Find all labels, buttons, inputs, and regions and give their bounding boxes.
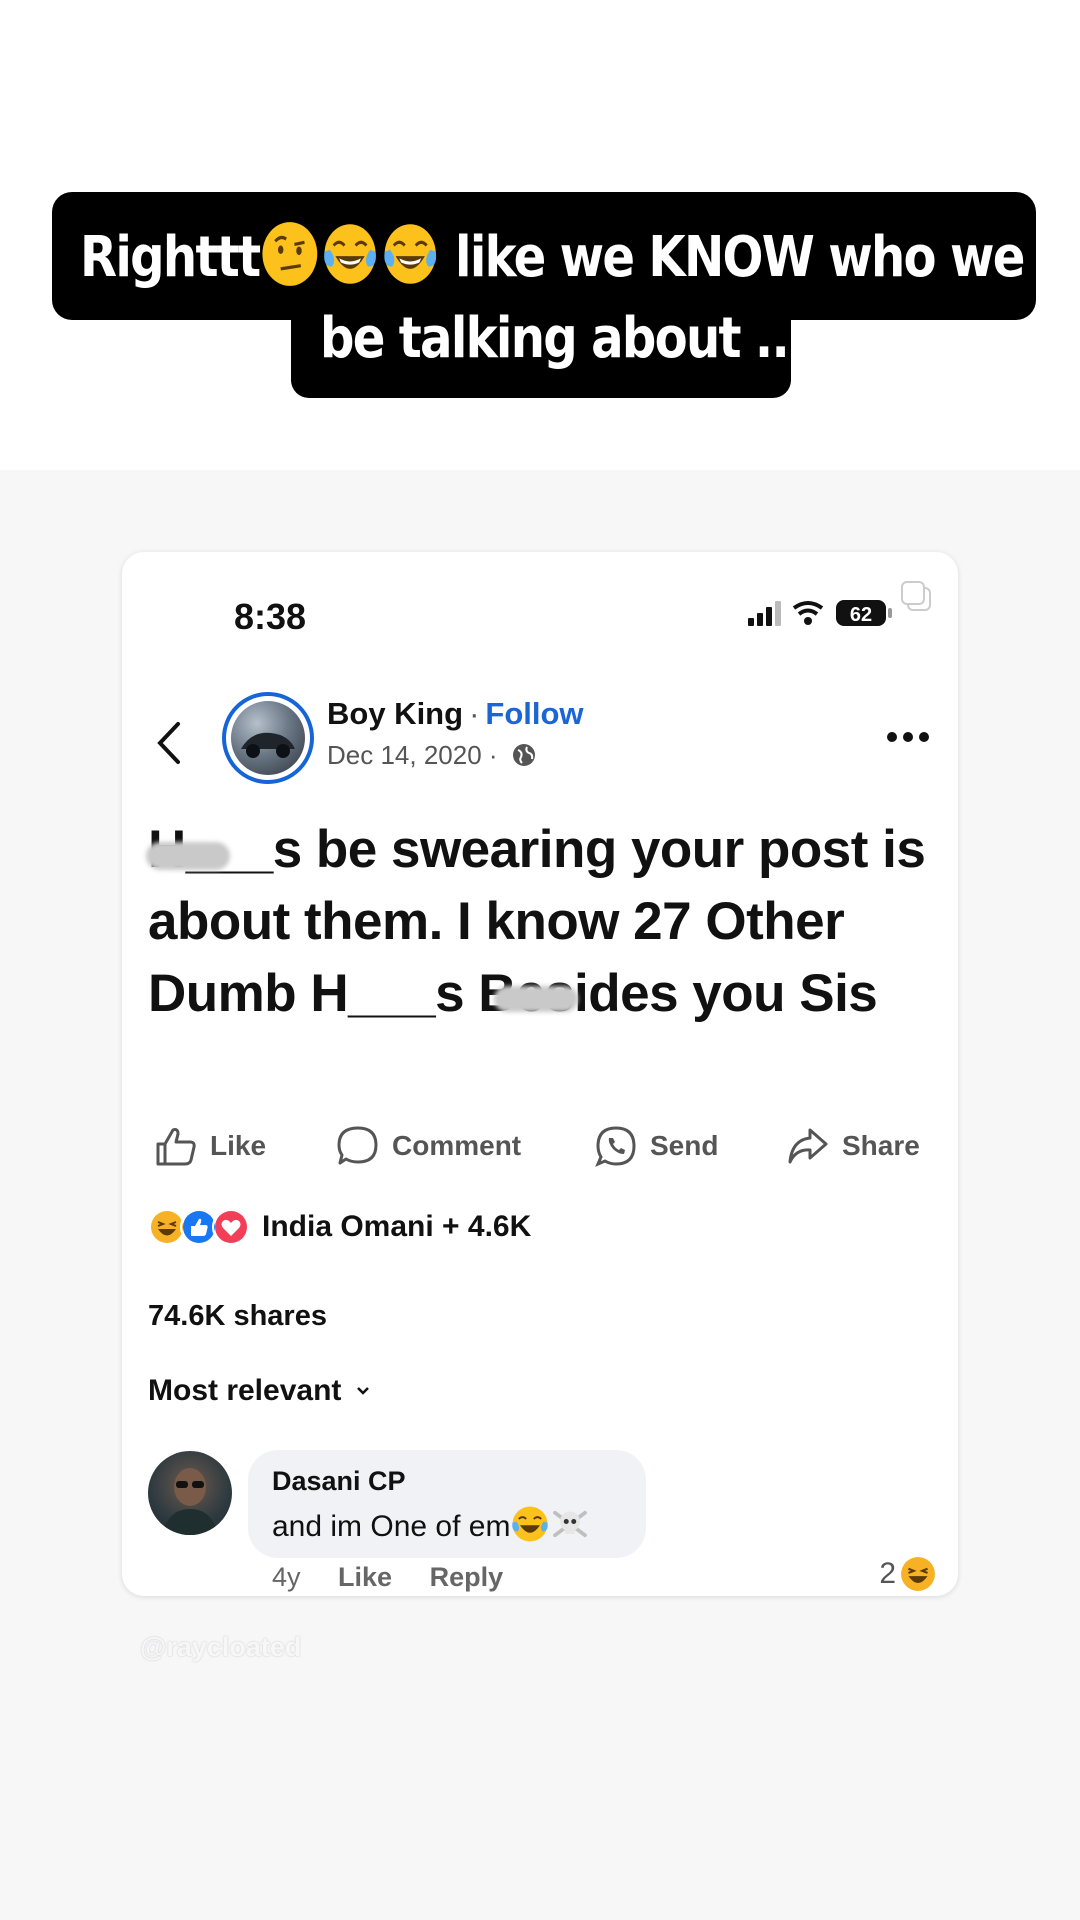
post-meta: Dec 14, 2020 · (327, 740, 537, 771)
whatsapp-icon (595, 1126, 636, 1167)
comment-button[interactable]: Comment (336, 1124, 521, 1168)
sort-label: Most relevant (148, 1374, 342, 1407)
haha-reaction-icon (901, 1557, 935, 1591)
share-count[interactable]: 74.6K shares (148, 1300, 327, 1333)
comment-bubble-icon (337, 1126, 378, 1165)
send-button[interactable]: Send (594, 1124, 718, 1168)
copy-icon[interactable] (896, 576, 936, 616)
more-options-icon[interactable] (886, 730, 930, 744)
commenter-name[interactable]: Dasani CP (272, 1466, 406, 1497)
reaction-summary[interactable]: India Omani + 4.6K (148, 1208, 531, 1246)
back-chevron-icon[interactable] (154, 718, 184, 768)
comment-bubble: Dasani CP and im One of em (248, 1450, 646, 1558)
comment-body: and im One of em (272, 1510, 511, 1543)
like-button[interactable]: Like (154, 1124, 266, 1168)
comment-reply-button[interactable]: Reply (430, 1562, 504, 1592)
comment-reaction-number: 2 (879, 1557, 896, 1590)
separator-dot: · (469, 696, 480, 731)
commenter-photo (162, 1468, 218, 1535)
avatar-photo (231, 701, 305, 775)
watermark: @raycloated (140, 1632, 302, 1662)
globe-icon (512, 744, 535, 766)
love-reaction-icon (212, 1208, 250, 1246)
comment-meta: 4y Like Reply (272, 1562, 533, 1593)
share-button[interactable]: Share (786, 1124, 920, 1168)
raised-eyebrow-emoji-icon (262, 222, 317, 286)
follow-button[interactable]: Follow (485, 696, 583, 731)
tears-of-joy-emoji-icon (512, 1506, 549, 1542)
author-avatar[interactable] (222, 692, 314, 784)
commenter-avatar[interactable] (148, 1451, 232, 1535)
caption-line2: be talking about .. (320, 306, 790, 371)
chevron-down-icon (357, 1387, 370, 1395)
tears-of-joy-emoji-icon (323, 224, 376, 284)
send-label: Send (650, 1130, 719, 1161)
caption-text-start: Righttt (80, 225, 261, 290)
tears-of-joy-emoji-icon (383, 224, 436, 284)
action-bar: Like Comment Send Share (122, 1124, 958, 1176)
comment-text: and im One of em (272, 1504, 590, 1544)
reaction-text: India Omani + 4.6K (262, 1210, 532, 1243)
skull-crossbones-emoji-icon (553, 1510, 588, 1538)
thumbs-up-icon (156, 1128, 196, 1166)
author-line: Boy King · Follow (327, 696, 584, 732)
post-screenshot-card: 8:38 62 Boy King · Follow Dec 14, 2020 ·… (122, 552, 958, 1596)
comment-sort-dropdown[interactable]: Most relevant (148, 1374, 371, 1408)
like-label: Like (210, 1130, 267, 1161)
comment-like-button[interactable]: Like (338, 1562, 392, 1592)
share-label: Share (842, 1130, 920, 1161)
status-time: 8:38 (234, 596, 307, 637)
author-name[interactable]: Boy King (327, 696, 463, 731)
comment-label: Comment (392, 1130, 522, 1161)
censor-blur (494, 986, 578, 1012)
caption-text-end: like we KNOW who we (455, 225, 1025, 290)
comment-age: 4y (272, 1562, 301, 1592)
status-icons: 62 (746, 596, 896, 635)
battery-level: 62 (850, 604, 872, 626)
signal-wifi-battery-icon: 62 (748, 600, 892, 626)
censor-blur (146, 842, 230, 870)
car-photo-icon (241, 732, 295, 758)
comment-reaction-count[interactable]: 2 (879, 1556, 936, 1592)
post-date: Dec 14, 2020 · (327, 740, 498, 770)
caption-line1: Righttt like we KNOW who we (80, 220, 1025, 290)
share-arrow-icon (788, 1128, 828, 1164)
